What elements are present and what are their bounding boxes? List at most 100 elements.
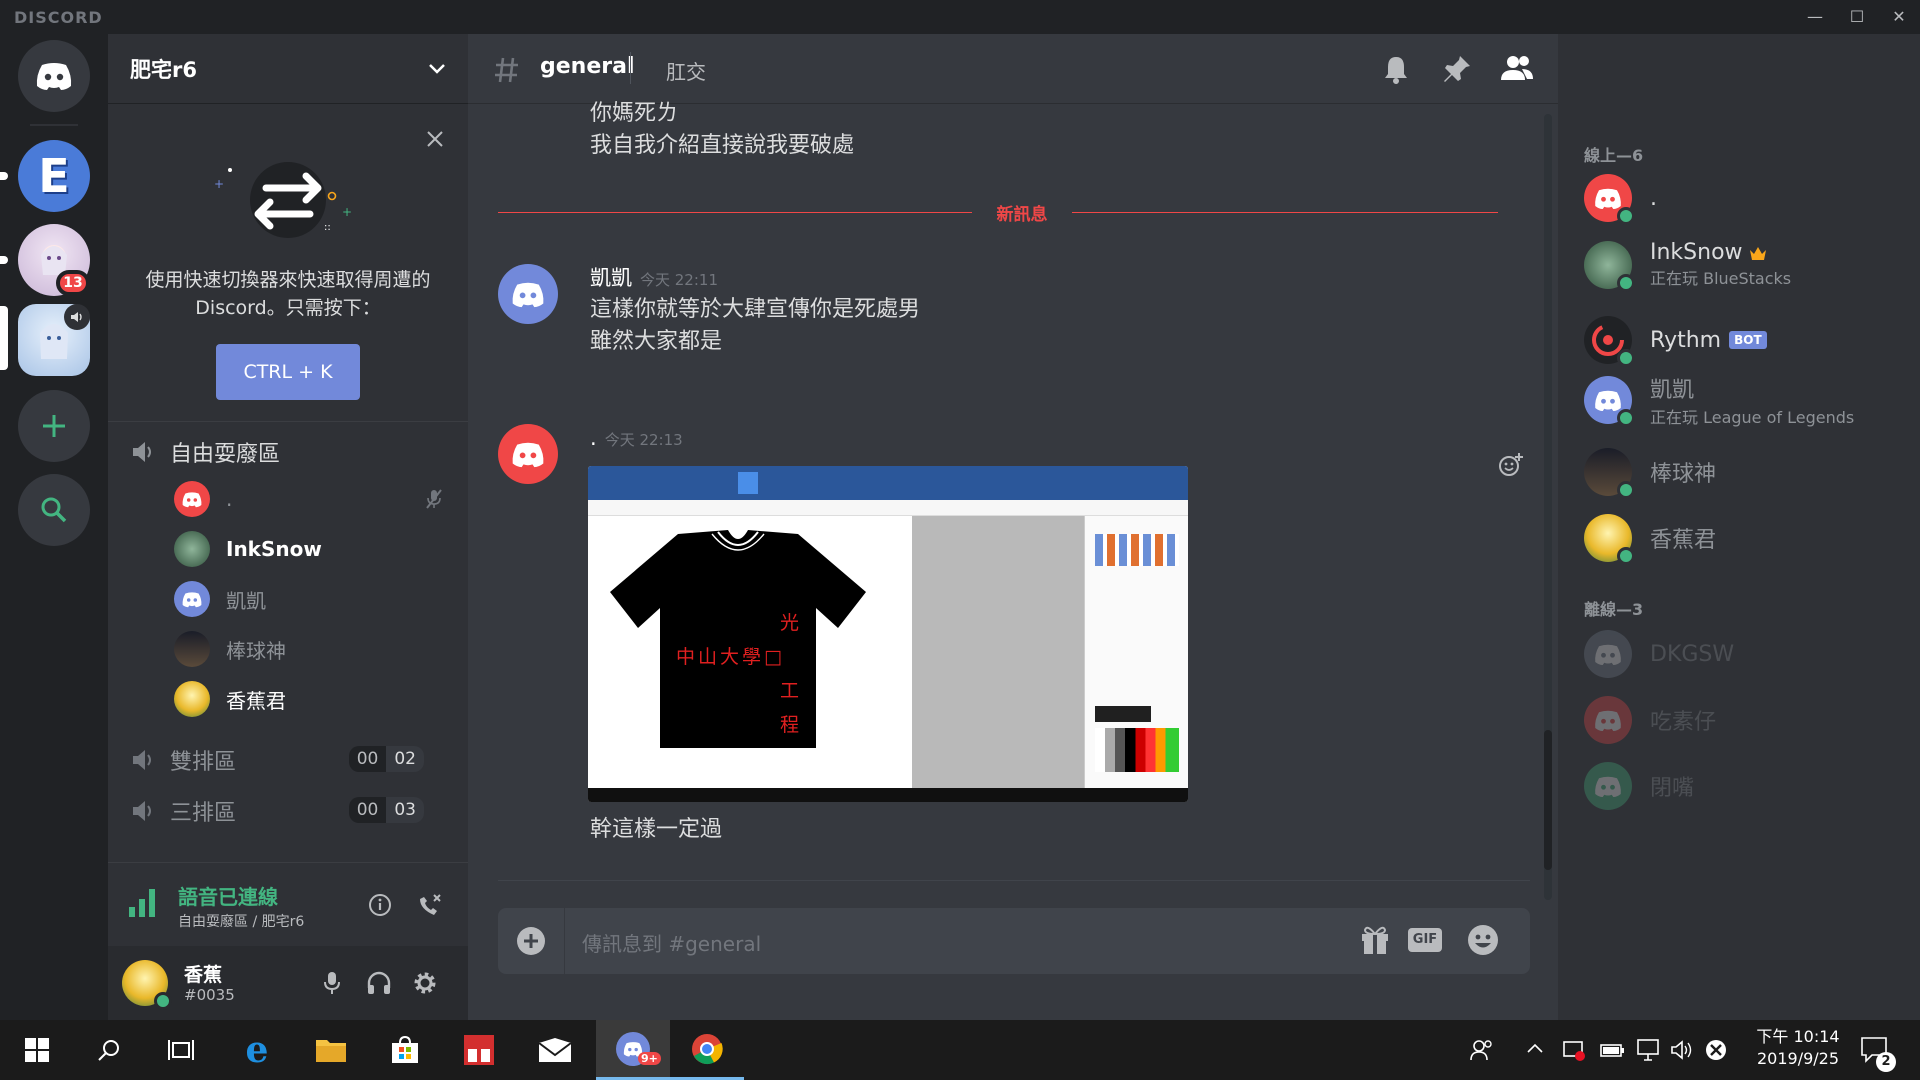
search-button[interactable]: [72, 1020, 146, 1080]
add-server-button[interactable]: [18, 390, 90, 462]
channel-topic[interactable]: 肛交: [666, 56, 706, 85]
member-item[interactable]: InkSnow 正在玩 BlueStacks: [1584, 240, 1904, 292]
svg-text:::: ::: [324, 222, 331, 233]
member-item[interactable]: 閉嘴: [1584, 762, 1904, 810]
message-input[interactable]: 傳訊息到 #general: [582, 928, 1142, 957]
discord-logo-icon: [36, 63, 72, 90]
headphones-icon[interactable]: [366, 970, 392, 996]
avatar: [174, 531, 210, 567]
voice-user[interactable]: .: [174, 481, 454, 517]
gear-icon[interactable]: [412, 970, 438, 996]
bot-badge: BOT: [1729, 331, 1767, 349]
member-item[interactable]: 凱凱 正在玩 League of Legends: [1584, 372, 1904, 428]
mention-badge: 13: [56, 270, 90, 296]
network-icon[interactable]: [1636, 1038, 1662, 1062]
people-icon[interactable]: [1470, 1038, 1494, 1062]
chevron-up-icon[interactable]: [1526, 1042, 1544, 1054]
explore-servers-button[interactable]: [18, 474, 90, 546]
member-item[interactable]: 香蕉君: [1584, 514, 1904, 565]
guild-e[interactable]: E: [18, 140, 90, 212]
member-name: .: [1650, 185, 1657, 211]
server-name: 肥宅r6: [130, 57, 197, 82]
image-attachment[interactable]: 中山大學□ 光 工 程: [588, 466, 1188, 802]
new-divider-left: [498, 212, 972, 213]
upload-icon[interactable]: [516, 926, 546, 956]
bell-icon[interactable]: [1382, 54, 1410, 84]
message-author[interactable]: 凱凱: [590, 266, 632, 290]
members-icon[interactable]: [1500, 54, 1534, 82]
member-item[interactable]: DKGSW: [1584, 630, 1904, 678]
message-author[interactable]: .: [590, 426, 597, 450]
edge-button[interactable]: e: [220, 1020, 294, 1080]
voice-user[interactable]: 棒球神: [174, 631, 454, 667]
mail-button[interactable]: [518, 1020, 592, 1080]
microphone-icon[interactable]: [322, 970, 342, 996]
voice-user[interactable]: 凱凱: [174, 581, 454, 617]
server-header[interactable]: 肥宅r6: [108, 34, 468, 104]
selected-pill: [0, 306, 8, 370]
pin-icon[interactable]: [1442, 54, 1472, 84]
store-button[interactable]: [368, 1020, 442, 1080]
message-composer: 傳訊息到 #general GIF: [498, 908, 1530, 974]
discord-taskbar-button[interactable]: 9+: [596, 1020, 670, 1080]
voice-user-name: 香蕉君: [226, 688, 286, 713]
close-icon[interactable]: [426, 130, 444, 148]
gift-icon[interactable]: [1360, 924, 1390, 956]
status-dot: [1617, 547, 1635, 565]
start-button[interactable]: [0, 1020, 74, 1080]
security-icon[interactable]: [1562, 1038, 1586, 1062]
chrome-button[interactable]: [670, 1020, 744, 1080]
voice-channel-2[interactable]: 雙排區 00 02: [130, 744, 450, 776]
voice-user[interactable]: 香蕉君: [174, 681, 454, 717]
scrollbar-track[interactable]: [1544, 114, 1552, 900]
avatar: [1584, 696, 1632, 744]
voice-status-sub[interactable]: 自由耍廢區 / 肥宅r6: [178, 911, 304, 931]
volume-icon[interactable]: [1670, 1038, 1694, 1062]
discord-badge: 9+: [638, 1052, 661, 1065]
search-icon: [41, 497, 67, 523]
disconnect-icon[interactable]: [416, 891, 444, 919]
voice-channel-3[interactable]: 三排區 00 03: [130, 795, 450, 827]
info-icon[interactable]: [368, 893, 392, 917]
scrollbar-thumb[interactable]: [1544, 730, 1552, 870]
member-name: 吃素仔: [1650, 710, 1717, 735]
message-header: 凱凱 今天 22:11: [590, 262, 718, 296]
switch-arrows-icon: ++::: [214, 162, 352, 238]
member-item[interactable]: .: [1584, 174, 1904, 225]
emoji-icon[interactable]: [1466, 923, 1500, 957]
task-view-button[interactable]: [144, 1020, 218, 1080]
gif-button[interactable]: GIF: [1408, 928, 1442, 952]
status-dot: [1617, 409, 1635, 427]
no-input-icon[interactable]: [1704, 1038, 1728, 1062]
voice-user[interactable]: InkSnow: [174, 531, 454, 567]
file-explorer-button[interactable]: [294, 1020, 368, 1080]
minimize-button[interactable]: —: [1794, 0, 1836, 34]
voice-status-title: 語音已連線: [178, 885, 278, 909]
battery-icon[interactable]: [1600, 1040, 1626, 1060]
windows-taskbar: e 9+ 下午 10:14 2019/9/25 2: [0, 1020, 1920, 1080]
avatar: [1584, 316, 1635, 367]
guild-rail: E 13: [0, 34, 108, 1020]
maximize-button[interactable]: ☐: [1836, 0, 1878, 34]
message-timestamp: 今天 22:11: [640, 271, 718, 289]
add-reaction-icon[interactable]: [1498, 452, 1524, 478]
unread-pill: [0, 172, 8, 180]
avatar: [174, 581, 210, 617]
ctrl-k-button[interactable]: CTRL + K: [216, 344, 360, 400]
avatar[interactable]: [498, 264, 558, 324]
mic-muted-icon: [426, 489, 442, 509]
close-window-button[interactable]: ✕: [1878, 0, 1920, 34]
shirt-text: 中山大學□: [676, 646, 785, 668]
color-palette: [1095, 728, 1179, 772]
voice-channel-1[interactable]: 自由耍廢區: [130, 436, 450, 468]
gift-app-button[interactable]: [442, 1020, 516, 1080]
avatar: [1584, 630, 1632, 678]
avatar: [1584, 376, 1635, 427]
paint-toolbar: [588, 466, 1188, 500]
clock[interactable]: 下午 10:14 2019/9/25: [1738, 1026, 1858, 1070]
avatar[interactable]: [498, 424, 558, 484]
member-item[interactable]: 棒球神: [1584, 448, 1904, 499]
member-item[interactable]: 吃素仔: [1584, 696, 1904, 744]
home-button[interactable]: [18, 40, 90, 112]
member-item[interactable]: Rythm BOT: [1584, 316, 1904, 367]
